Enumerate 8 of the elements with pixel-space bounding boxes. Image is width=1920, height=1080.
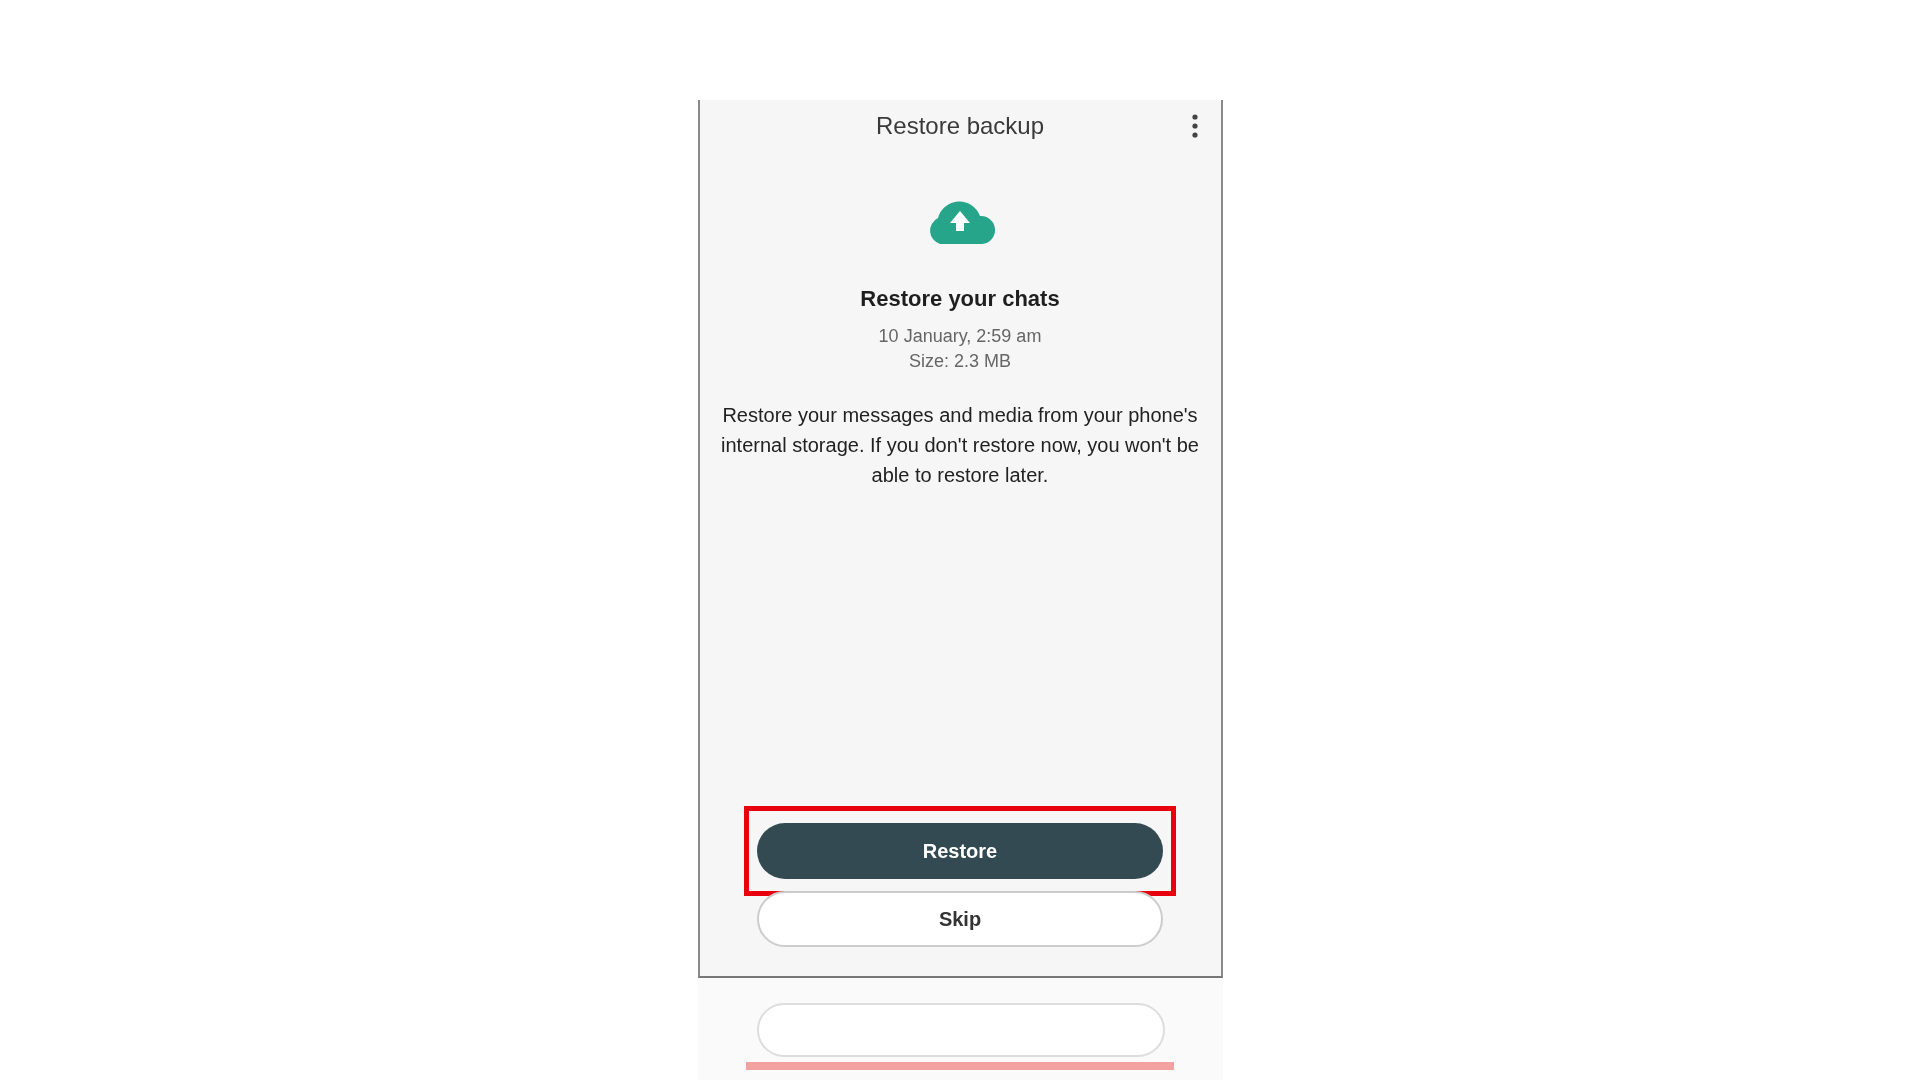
screen-title: Restore backup	[875, 112, 1045, 140]
backup-date: 10 January, 2:59 am	[878, 325, 1042, 348]
restore-button[interactable]: Restore	[757, 823, 1163, 879]
backup-heading: Restore your chats	[860, 286, 1060, 312]
more-options-icon[interactable]	[1190, 114, 1199, 138]
restore-description: Restore your messages and media from your phone's internal storage. If you don't restore now, you won't be able to restore later.	[720, 403, 1200, 488]
backup-size: Size: 2.3 MB	[908, 350, 1011, 373]
skip-button[interactable]: Skip	[757, 891, 1163, 947]
